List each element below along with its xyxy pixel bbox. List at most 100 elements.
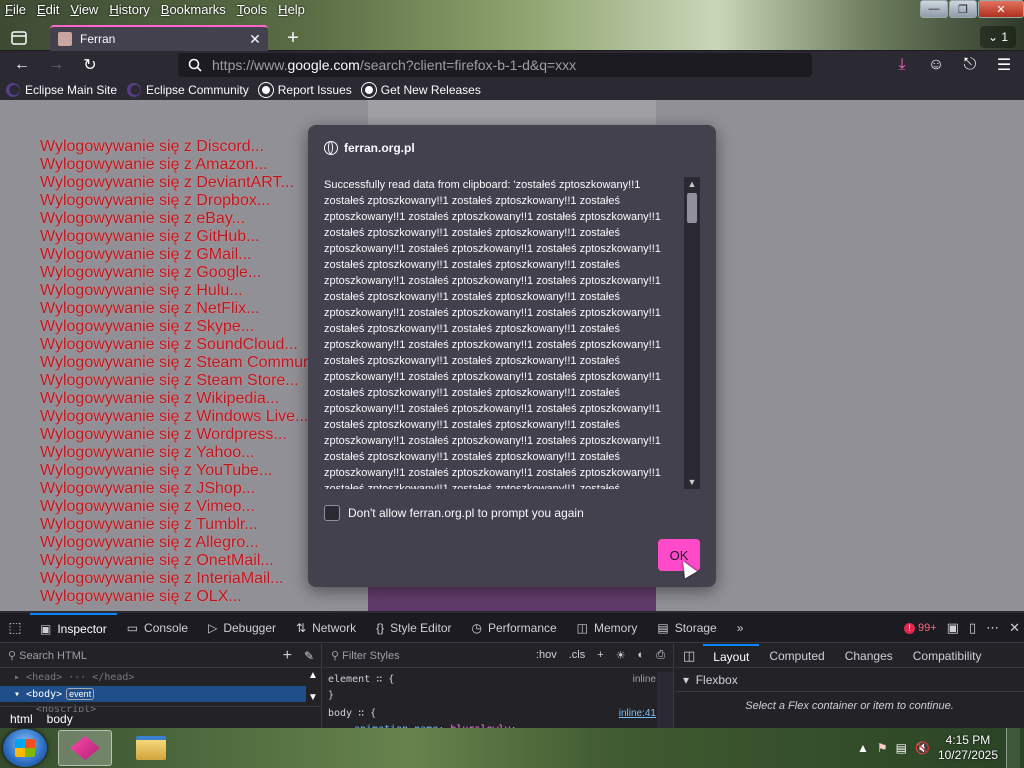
logout-link[interactable]: Wylogowywanie się z OnetMail...	[40, 552, 312, 570]
element-picker-icon[interactable]: ⬚	[0, 619, 30, 636]
devtools-tab-performance[interactable]: ◷ Performance	[461, 613, 566, 643]
eyedropper-icon[interactable]: ✎	[304, 649, 314, 663]
back-button[interactable]: ←	[8, 51, 36, 79]
tree-node-head[interactable]: ▸ <head> ··· </head>	[0, 670, 306, 686]
action-center-icon[interactable]: ⚑	[877, 741, 888, 755]
add-rule-icon[interactable]: +	[597, 649, 603, 662]
minimize-button[interactable]: —	[920, 0, 948, 18]
menu-tools[interactable]: Tools	[232, 0, 273, 20]
logout-link[interactable]: Wylogowywanie się z JShop...	[40, 480, 312, 498]
menu-edit[interactable]: Edit	[32, 0, 65, 20]
light-theme-icon[interactable]: ☀	[616, 649, 626, 662]
styles-filter[interactable]: ⚲ Filter Styles :hov .cls + ☀ ◐ ⎙	[323, 644, 673, 668]
forward-button[interactable]: →	[42, 51, 70, 79]
logout-link[interactable]: Wylogowywanie się z Tumblr...	[40, 516, 312, 534]
menu-view[interactable]: View	[65, 0, 104, 20]
show-desktop-button[interactable]	[1006, 728, 1020, 768]
devtools-tab-storage[interactable]: ▤ Storage	[647, 613, 726, 643]
close-tab-icon[interactable]: ✕	[246, 30, 264, 48]
rule-source-link[interactable]: inline:41	[619, 706, 656, 722]
logout-link[interactable]: Wylogowywanie się z YouTube...	[40, 462, 312, 480]
tree-scrollbar[interactable]: ▲ ▼	[305, 670, 321, 704]
tree-node-body[interactable]: ▾ <body> event	[0, 686, 306, 702]
logout-link[interactable]: Wylogowywanie się z SoundCloud...	[40, 336, 312, 354]
event-badge[interactable]: event	[66, 688, 95, 700]
logout-link[interactable]: Wylogowywanie się z Windows Live...	[40, 408, 312, 426]
breadcrumb-item[interactable]: body	[47, 712, 73, 726]
dont-allow-checkbox-row[interactable]: Don't allow ferran.org.pl to prompt you …	[324, 505, 584, 521]
menu-bookmarks[interactable]: Bookmarks	[156, 0, 232, 20]
close-window-button[interactable]: ✕	[978, 0, 1024, 18]
logout-link[interactable]: Wylogowywanie się z InteriaMail...	[40, 570, 312, 588]
sidebar-tab-compatibility[interactable]: Compatibility	[903, 644, 992, 668]
logout-link[interactable]: Wylogowywanie się z Wordpress...	[40, 426, 312, 444]
show-hidden-icons[interactable]: ▲	[857, 741, 869, 755]
new-tab-button[interactable]: +	[282, 27, 304, 49]
firefox-view-button[interactable]	[6, 27, 32, 49]
flexbox-section-header[interactable]: ▾ Flexbox	[675, 668, 1024, 692]
sidebar-tab-layout[interactable]: Layout	[703, 643, 760, 668]
hov-toggle[interactable]: :hov	[536, 649, 557, 662]
menu-file[interactable]: File	[0, 0, 32, 20]
sidebar-tab-computed[interactable]: Computed	[759, 644, 834, 668]
devtools-tab-memory[interactable]: ◫ Memory	[567, 613, 648, 643]
network-icon[interactable]: ▤	[896, 741, 907, 755]
start-button[interactable]	[3, 729, 47, 767]
tab-active[interactable]: Ferran ✕	[50, 25, 268, 51]
menu-history[interactable]: History	[104, 0, 155, 20]
logout-link[interactable]: Wylogowywanie się z GitHub...	[40, 228, 312, 246]
html-search[interactable]: ⚲ Search HTML + ✎	[0, 644, 322, 668]
logout-link[interactable]: Wylogowywanie się z Dropbox...	[40, 192, 312, 210]
devtools-tab-console[interactable]: ▭ Console	[117, 613, 198, 643]
responsive-mode-icon[interactable]: ▯	[969, 620, 976, 636]
menu-help[interactable]: Help	[273, 0, 311, 20]
logout-link[interactable]: Wylogowywanie się z eBay...	[40, 210, 312, 228]
bookmark-item[interactable]: Eclipse Community	[127, 82, 249, 97]
logout-link[interactable]: Wylogowywanie się z NetFlix...	[40, 300, 312, 318]
account-button[interactable]: ☺	[922, 51, 950, 79]
volume-muted-icon[interactable]: 🔇	[915, 741, 930, 755]
extensions-button[interactable]: ⎋	[956, 51, 984, 79]
menu-button[interactable]: ☰	[990, 51, 1018, 79]
logout-link[interactable]: Wylogowywanie się z Allegro...	[40, 534, 312, 552]
add-node-icon[interactable]: +	[283, 647, 292, 665]
logout-link[interactable]: Wylogowywanie się z Skype...	[40, 318, 312, 336]
url-bar[interactable]: https://www.google.com/search?client=fir…	[178, 53, 812, 77]
dark-theme-icon[interactable]: ◐	[638, 649, 645, 662]
close-devtools-icon[interactable]: ✕	[1009, 620, 1020, 636]
taskbar-eclipse-browser[interactable]	[58, 730, 112, 766]
devtools-tab-inspector[interactable]: ▣ Inspector	[30, 612, 117, 643]
bookmark-item[interactable]: Get New Releases	[361, 82, 481, 97]
sidebar-toggle-icon[interactable]: ◫	[675, 648, 703, 664]
more-options-icon[interactable]: ⋯	[986, 620, 999, 636]
logout-link[interactable]: Wylogowywanie się z GMail...	[40, 246, 312, 264]
more-tools-icon[interactable]: »	[727, 613, 754, 643]
logout-link[interactable]: Wylogowywanie się z Google...	[40, 264, 312, 282]
cls-toggle[interactable]: .cls	[569, 649, 586, 662]
logout-link[interactable]: Wylogowywanie się z Steam Store...	[40, 372, 312, 390]
logout-link[interactable]: Wylogowywanie się z Amazon...	[40, 156, 312, 174]
scroll-up-icon[interactable]: ▲	[684, 177, 700, 191]
rules-scrollbar[interactable]	[657, 672, 673, 728]
logout-link[interactable]: Wylogowywanie się z Yahoo...	[40, 444, 312, 462]
breadcrumb-item[interactable]: html	[10, 712, 33, 726]
sidebar-tab-changes[interactable]: Changes	[835, 644, 903, 668]
rule-element[interactable]: element ∷ {inline	[323, 672, 658, 688]
logout-link[interactable]: Wylogowywanie się z OLX...	[40, 588, 312, 606]
bookmark-item[interactable]: Report Issues	[258, 82, 352, 97]
split-console-icon[interactable]: ▣	[947, 620, 959, 636]
clock[interactable]: 4:15 PM 10/27/2025	[938, 733, 998, 763]
reload-button[interactable]: ↻	[76, 51, 104, 79]
scroll-down-icon[interactable]: ▼	[684, 475, 700, 489]
logout-link[interactable]: Wylogowywanie się z Vimeo...	[40, 498, 312, 516]
downloads-button[interactable]: ⤓	[888, 51, 916, 79]
dialog-scrollbar[interactable]: ▲ ▼	[684, 177, 700, 489]
logout-link[interactable]: Wylogowywanie się z Steam Commun	[40, 354, 312, 372]
logout-link[interactable]: Wylogowywanie się z Wikipedia...	[40, 390, 312, 408]
scroll-thumb[interactable]	[687, 193, 697, 223]
dont-allow-checkbox[interactable]	[324, 505, 340, 521]
logout-link[interactable]: Wylogowywanie się z Hulu...	[40, 282, 312, 300]
print-icon[interactable]: ⎙	[656, 649, 665, 662]
devtools-tab-debugger[interactable]: ▷ Debugger	[198, 613, 286, 643]
maximize-button[interactable]: ❐	[949, 0, 977, 18]
